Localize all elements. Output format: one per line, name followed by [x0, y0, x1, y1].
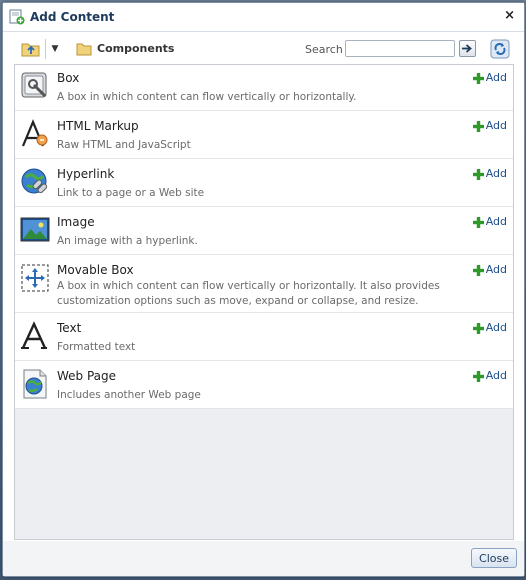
plus-icon: [472, 72, 484, 84]
plus-icon: [472, 370, 484, 382]
list-item-box: Box A box in which content can flow vert…: [15, 65, 513, 111]
content-list: Box A box in which content can flow vert…: [14, 64, 514, 540]
plus-icon: [472, 322, 484, 334]
toolbar-separator: [45, 39, 46, 59]
item-title: Image: [57, 215, 95, 229]
refresh-icon[interactable]: [490, 39, 510, 59]
dialog-titlebar: Add Content ×: [3, 3, 524, 32]
close-icon[interactable]: ×: [504, 8, 515, 24]
add-content-icon: [9, 9, 25, 25]
toolbar: ▼ Components Search: [13, 36, 513, 62]
close-button[interactable]: Close: [471, 548, 517, 568]
plus-icon: [472, 216, 484, 228]
plus-icon: [472, 120, 484, 132]
folder-icon: [76, 43, 92, 56]
html-markup-icon: [21, 119, 48, 147]
add-label: Add: [485, 167, 507, 180]
chevron-down-icon[interactable]: ▼: [49, 40, 61, 58]
search-go-button[interactable]: [459, 40, 476, 57]
item-title: Box: [57, 71, 80, 85]
item-description: A box in which content can flow vertical…: [57, 280, 440, 307]
add-html-markup-button[interactable]: Add: [472, 119, 507, 133]
list-item-html-markup: HTML Markup Raw HTML and JavaScript Add: [15, 111, 513, 159]
item-description: Formatted text: [57, 341, 136, 353]
plus-icon: [472, 264, 484, 276]
item-description: Link to a page or a Web site: [57, 187, 205, 199]
add-web-page-button[interactable]: Add: [472, 369, 507, 383]
list-item-movable-box: Movable Box A box in which content can f…: [15, 255, 513, 313]
list-item-hyperlink: Hyperlink Link to a page or a Web site A…: [15, 159, 513, 207]
add-label: Add: [485, 321, 507, 334]
dialog-footer: [3, 541, 524, 576]
dialog-title: Add Content: [30, 10, 115, 24]
arrow-right-icon: [462, 44, 472, 53]
add-movable-box-button[interactable]: Add: [472, 263, 507, 277]
item-title: HTML Markup: [57, 119, 139, 133]
search-input[interactable]: [345, 40, 455, 57]
list-item-image: Image An image with a hyperlink. Add: [15, 207, 513, 255]
add-label: Add: [485, 71, 507, 84]
item-title: Text: [57, 321, 82, 335]
image-icon: [20, 217, 50, 242]
add-label: Add: [485, 369, 507, 382]
item-title: Web Page: [57, 369, 117, 383]
movable-box-icon: [21, 264, 49, 292]
hyperlink-icon: [21, 168, 48, 194]
add-text-button[interactable]: Add: [472, 321, 507, 335]
plus-icon: [472, 168, 484, 180]
add-label: Add: [485, 263, 507, 276]
add-content-dialog: Add Content × ▼ Components Search Box A …: [2, 2, 525, 577]
list-item-web-page: Web Page Includes another Web page Add: [15, 361, 513, 409]
add-label: Add: [485, 215, 507, 228]
box-icon: [21, 72, 47, 98]
item-title: Movable Box: [57, 263, 134, 277]
item-description: Raw HTML and JavaScript: [57, 139, 191, 151]
add-label: Add: [485, 119, 507, 132]
item-description: An image with a hyperlink.: [57, 235, 198, 247]
web-page-icon: [23, 369, 47, 399]
list-item-text: Text Formatted text Add: [15, 313, 513, 361]
item-description: A box in which content can flow vertical…: [57, 91, 357, 103]
item-description: Includes another Web page: [57, 389, 201, 401]
add-image-button[interactable]: Add: [472, 215, 507, 229]
breadcrumb[interactable]: Components: [97, 41, 174, 57]
text-icon: [21, 321, 47, 349]
up-folder-icon[interactable]: [20, 40, 42, 58]
search-label: Search: [305, 43, 343, 56]
item-title: Hyperlink: [57, 167, 115, 181]
add-box-button[interactable]: Add: [472, 71, 507, 85]
add-hyperlink-button[interactable]: Add: [472, 167, 507, 181]
